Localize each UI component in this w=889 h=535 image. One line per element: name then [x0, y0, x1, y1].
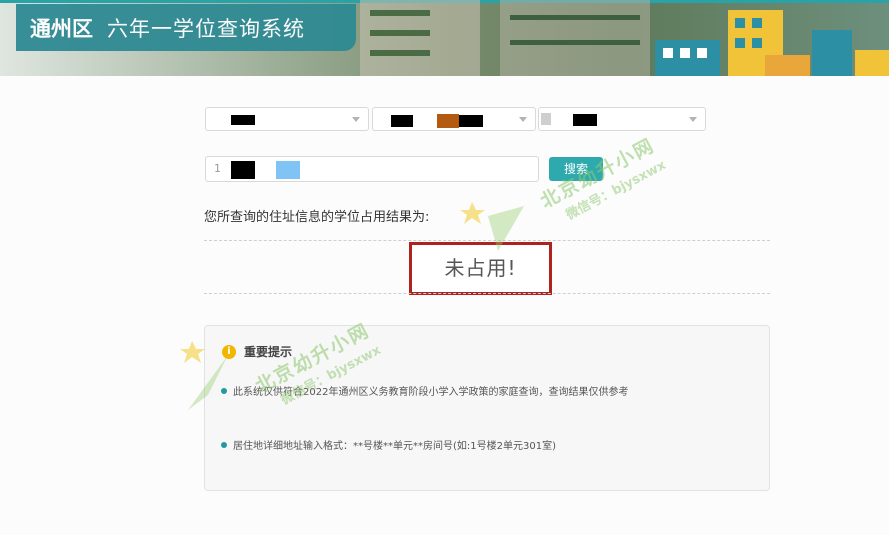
chevron-down-icon — [689, 117, 697, 122]
redaction-block — [276, 161, 300, 179]
chevron-down-icon — [519, 117, 527, 122]
notice-item: 居住地详细地址输入格式：**号楼**单元**房间号(如:1号楼2单元301室) — [221, 437, 556, 452]
address-value: 1 — [214, 162, 221, 175]
system-title: 六年一学位查询系统 — [107, 16, 305, 41]
notice-item: 此系统仅供符合2022年通州区义务教育阶段小学入学政策的家庭查询，查询结果仅供参… — [221, 383, 628, 398]
redaction-block — [231, 115, 255, 125]
chevron-down-icon — [352, 117, 360, 122]
select-3[interactable] — [538, 107, 706, 131]
notice-title: 重要提示 — [244, 345, 293, 359]
redaction-block — [391, 115, 413, 127]
select-1[interactable] — [205, 107, 369, 131]
select-2[interactable] — [372, 107, 536, 131]
notice-item-text: 居住地详细地址输入格式：**号楼**单元**房间号(如:1号楼2单元301室) — [233, 441, 556, 452]
search-button[interactable]: 搜索 — [549, 157, 603, 181]
redaction-block — [231, 161, 255, 179]
notice-item-text: 此系统仅供符合2022年通州区义务教育阶段小学入学政策的家庭查询，查询结果仅供参… — [233, 387, 629, 398]
watermark-logo — [460, 202, 524, 251]
system-title-tab: 通州区 六年一学位查询系统 — [16, 4, 356, 51]
divider — [204, 293, 770, 294]
watermark-logo — [180, 341, 228, 410]
district-title: 通州区 — [30, 16, 93, 41]
notice-panel: i 重要提示 此系统仅供符合2022年通州区义务教育阶段小学入学政策的家庭查询，… — [204, 325, 770, 491]
result-prompt: 您所查询的住址信息的学位占用结果为: — [204, 210, 430, 225]
redaction-block — [541, 113, 551, 125]
header-banner: 通州区 六年一学位查询系统 — [0, 0, 889, 76]
bullet-icon — [221, 441, 227, 448]
address-input[interactable]: 1 — [205, 156, 539, 182]
redaction-block — [573, 114, 597, 126]
redaction-block — [459, 115, 483, 127]
redaction-block — [437, 114, 459, 128]
